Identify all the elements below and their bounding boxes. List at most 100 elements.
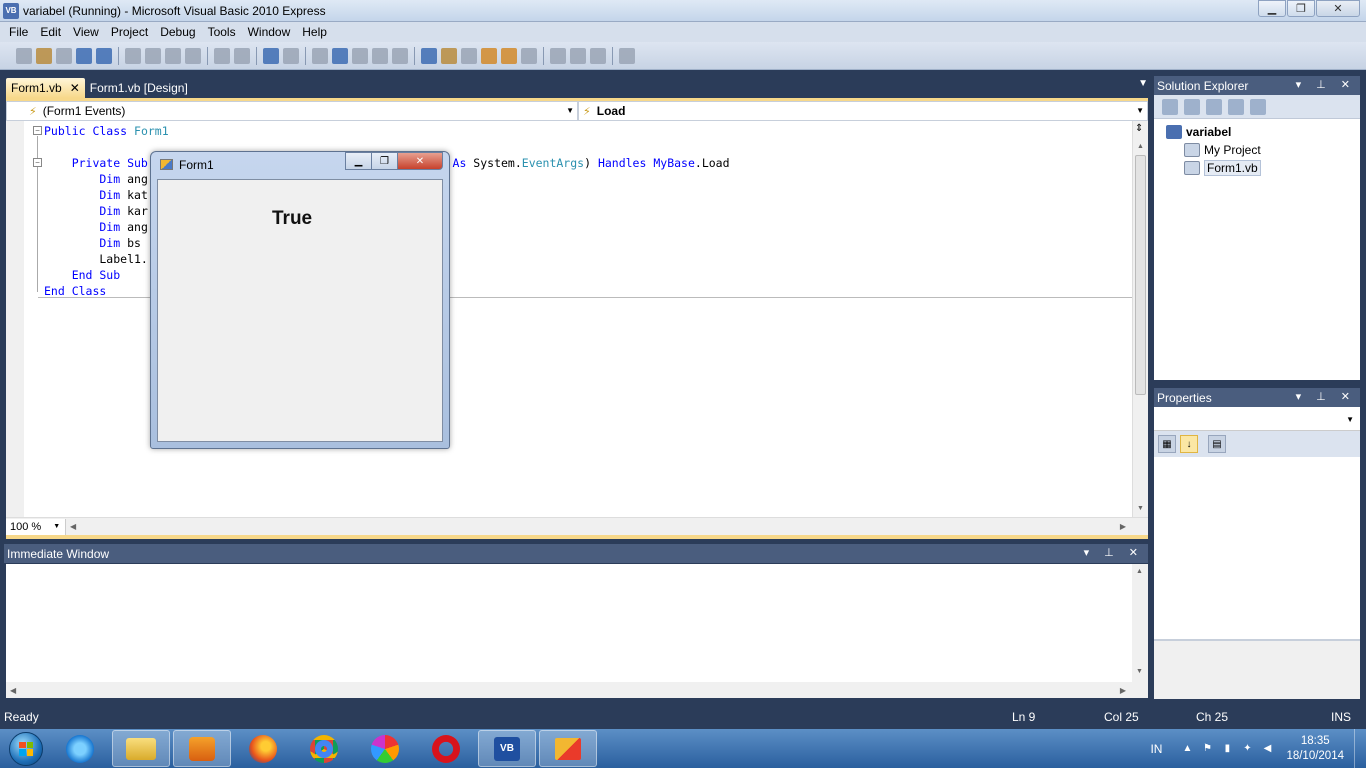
collapse-class-icon[interactable]: −	[33, 126, 42, 135]
taskbar-firefox[interactable]	[234, 730, 292, 767]
taskbar-internet-explorer[interactable]	[51, 730, 109, 767]
view-designer-icon[interactable]	[1250, 98, 1266, 115]
save-all-icon[interactable]	[96, 47, 112, 64]
tab-list-dropdown-icon[interactable]: ▼	[1138, 78, 1148, 89]
save-icon[interactable]	[76, 47, 92, 64]
tree-item-project[interactable]: variabel	[1154, 123, 1360, 141]
editor-vertical-scrollbar[interactable]: ⇕ ▲ ▼	[1132, 121, 1148, 517]
form1-minimize-button[interactable]: ▁	[345, 152, 372, 170]
taskbar-opera[interactable]	[417, 730, 475, 767]
open-file-icon[interactable]	[36, 47, 52, 64]
solution-explorer-icon[interactable]	[441, 47, 457, 64]
menu-window[interactable]: Window	[242, 25, 297, 39]
scroll-left-icon[interactable]: ◀	[70, 522, 76, 531]
tab-form1-code[interactable]: Form1.vb ✕	[6, 78, 85, 98]
properties-icon[interactable]	[1162, 98, 1178, 115]
scroll-down-icon[interactable]: ▼	[1137, 505, 1144, 512]
zoom-combo[interactable]: 100 % ▼	[6, 518, 66, 535]
form1-close-button[interactable]: ✕	[397, 152, 443, 170]
tree-item-my-project[interactable]: My Project	[1154, 141, 1360, 159]
step-out-icon[interactable]	[392, 47, 408, 64]
scroll-thumb[interactable]	[1135, 155, 1146, 395]
class-name-combo[interactable]: ⚡ (Form1 Events) ▼	[6, 101, 578, 121]
taskbar-form1[interactable]	[539, 730, 597, 767]
add-item-icon[interactable]	[56, 47, 72, 64]
output-icon[interactable]	[590, 47, 606, 64]
maximize-button[interactable]: ❐	[1287, 0, 1315, 17]
tree-item-form1[interactable]: Form1.vb	[1154, 159, 1360, 177]
taskbar-picasa[interactable]	[356, 730, 414, 767]
property-pages-icon[interactable]: ▤	[1208, 435, 1226, 453]
form1-maximize-button[interactable]: ❐	[371, 152, 398, 170]
start-page-icon[interactable]	[521, 47, 537, 64]
refresh-icon[interactable]	[1206, 98, 1222, 115]
immediate-vertical-scrollbar[interactable]: ▲ ▼	[1132, 564, 1148, 682]
show-hidden-icons-icon[interactable]: ▲	[1180, 742, 1194, 756]
volume-icon[interactable]: ◀	[1260, 742, 1274, 756]
alphabetical-icon[interactable]: ↓	[1180, 435, 1198, 453]
new-project-icon[interactable]	[16, 47, 32, 64]
split-handle-icon[interactable]: ⇕	[1135, 123, 1143, 134]
object-selector-combo[interactable]: ▼	[1154, 407, 1360, 431]
action-center-icon[interactable]: ⚑	[1200, 742, 1214, 756]
undo-icon[interactable]	[263, 47, 279, 64]
scroll-left-icon[interactable]: ◀	[10, 686, 16, 695]
find-icon[interactable]	[185, 47, 201, 64]
step-over-icon[interactable]	[372, 47, 388, 64]
comment-icon[interactable]	[214, 47, 230, 64]
scroll-up-icon[interactable]: ▲	[1136, 568, 1143, 575]
immediate-window-icon[interactable]	[570, 47, 586, 64]
form1-window[interactable]: Form1 ▁ ❐ ✕ True	[150, 151, 450, 449]
show-all-files-icon[interactable]	[1184, 98, 1200, 115]
menu-project[interactable]: Project	[105, 25, 154, 39]
start-debugging-icon[interactable]	[312, 47, 328, 64]
toolbar-options-icon[interactable]	[619, 47, 635, 64]
scroll-right-icon[interactable]: ▶	[1120, 686, 1126, 695]
menu-tools[interactable]: Tools	[202, 25, 242, 39]
collapse-sub-icon[interactable]: −	[33, 158, 42, 167]
pane-controls[interactable]: ▾ ⊥ ✕	[1296, 390, 1356, 403]
redo-icon[interactable]	[283, 47, 299, 64]
clock[interactable]: 18:35 18/10/2014	[1286, 734, 1344, 764]
method-name-combo[interactable]: ⚡ Load ▼	[578, 101, 1148, 121]
view-code-icon[interactable]	[1228, 98, 1244, 115]
taskbar-file-explorer[interactable]	[112, 730, 170, 767]
copy-icon[interactable]	[145, 47, 161, 64]
language-indicator[interactable]: IN	[1150, 742, 1162, 756]
close-tab-icon[interactable]: ✕	[70, 81, 80, 95]
navigate-icon[interactable]	[550, 47, 566, 64]
menu-debug[interactable]: Debug	[154, 25, 201, 39]
code-line[interactable]: Public Class Form1	[44, 123, 730, 139]
object-browser-icon[interactable]	[481, 47, 497, 64]
cut-icon[interactable]	[125, 47, 141, 64]
menu-edit[interactable]: Edit	[34, 25, 67, 39]
pane-controls[interactable]: ▾ ⊥ ✕	[1296, 78, 1356, 91]
network-icon[interactable]: ✦	[1240, 742, 1254, 756]
immediate-horizontal-scrollbar[interactable]: ◀ ▶	[6, 682, 1148, 698]
scroll-down-icon[interactable]: ▼	[1136, 668, 1143, 675]
power-icon[interactable]: ▮	[1220, 742, 1234, 756]
scroll-up-icon[interactable]: ▲	[1137, 143, 1144, 150]
show-desktop-button[interactable]	[1354, 729, 1366, 768]
pane-controls[interactable]: ▾ ⊥ ✕	[1084, 546, 1144, 559]
paste-icon[interactable]	[165, 47, 181, 64]
categorized-icon[interactable]: ▦	[1158, 435, 1176, 453]
properties-icon[interactable]	[461, 47, 477, 64]
toolbox-icon[interactable]	[501, 47, 517, 64]
start-button[interactable]	[4, 730, 48, 768]
immediate-window-text-area[interactable]: ▲ ▼ ◀ ▶	[6, 564, 1148, 698]
close-button[interactable]: ✕	[1316, 0, 1360, 17]
taskbar-media-player[interactable]	[173, 730, 231, 767]
uncomment-icon[interactable]	[234, 47, 250, 64]
taskbar-chrome[interactable]	[295, 730, 353, 767]
minimize-button[interactable]: ▁	[1258, 0, 1286, 17]
step-into-icon[interactable]	[352, 47, 368, 64]
menu-help[interactable]: Help	[296, 25, 333, 39]
taskbar-visual-basic[interactable]: VB	[478, 730, 536, 767]
menu-view[interactable]: View	[67, 25, 105, 39]
scroll-right-icon[interactable]: ▶	[1120, 522, 1126, 531]
stop-debugging-icon[interactable]	[332, 47, 348, 64]
menu-file[interactable]: File	[3, 25, 34, 39]
find-in-files-icon[interactable]	[421, 47, 437, 64]
tab-form1-design[interactable]: Form1.vb [Design]	[85, 78, 193, 98]
